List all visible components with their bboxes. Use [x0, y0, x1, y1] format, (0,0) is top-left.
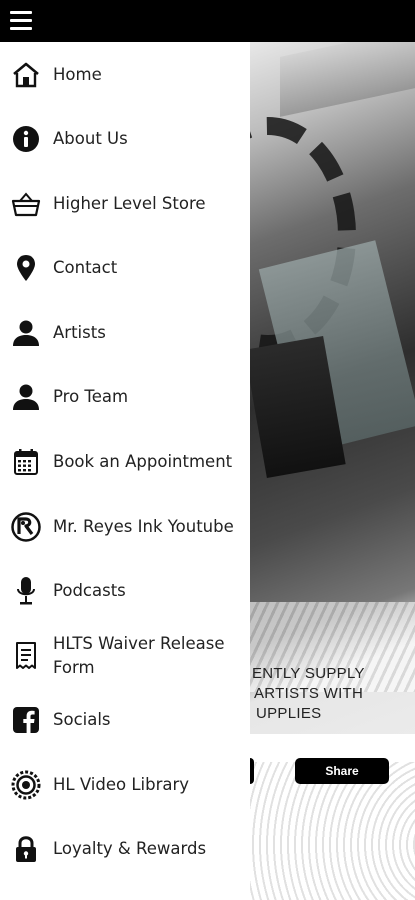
drawer-item-about-us[interactable]: About Us [0, 107, 250, 171]
drawer-item-label: Contact [53, 258, 118, 277]
drawer-item-loyalty-rewards[interactable]: Loyalty & Rewards [0, 817, 250, 881]
drawer-item-label: Artists [53, 323, 106, 342]
drawer-item-socials[interactable]: Socials [0, 688, 250, 752]
promo-text: ENTLY SUPPLY ARTISTS WITH UPPLIES [252, 665, 365, 722]
facebook-icon [10, 704, 42, 736]
lock-icon [10, 833, 42, 865]
partial-button[interactable] [250, 758, 254, 784]
drawer-item-book-appointment[interactable]: Book an Appointment [0, 430, 250, 494]
drawer-item-contact[interactable]: Contact [0, 236, 250, 300]
drawer-item-label: HLTS Waiver Release Form [53, 634, 225, 677]
basket-icon [10, 188, 42, 220]
drawer-item-label: Mr. Reyes Ink Youtube [53, 517, 234, 536]
navigation-drawer: Home About Us Higher Level Store Contact… [0, 42, 250, 900]
microphone-icon [10, 575, 42, 607]
drawer-item-artists[interactable]: Artists [0, 301, 250, 365]
drawer-item-label: Socials [53, 710, 111, 729]
map-pin-icon [10, 252, 42, 284]
top-app-bar [0, 0, 415, 42]
home-icon [10, 59, 42, 91]
drawer-item-label: Home [53, 65, 102, 84]
form-icon [10, 640, 42, 672]
drawer-item-label: Book an Appointment [53, 452, 233, 471]
drawer-item-label: About Us [53, 129, 128, 148]
drawer-item-pro-team[interactable]: Pro Team [0, 365, 250, 429]
calendar-icon [10, 446, 42, 478]
drawer-item-label: Higher Level Store [53, 194, 206, 213]
drawer-item-podcasts[interactable]: Podcasts [0, 559, 250, 623]
drawer-item-home[interactable]: Home [0, 43, 250, 107]
drawer-item-label: HL Video Library [53, 775, 190, 794]
emblem-icon [10, 769, 42, 801]
person-icon [10, 381, 42, 413]
drawer-item-video-library[interactable]: HL Video Library [0, 753, 250, 817]
drawer-item-youtube[interactable]: Mr. Reyes Ink Youtube [0, 495, 250, 559]
hamburger-menu-icon[interactable] [10, 11, 32, 31]
drawer-item-label: Loyalty & Rewards [53, 839, 207, 858]
person-icon [10, 317, 42, 349]
drawer-item-higher-level-store[interactable]: Higher Level Store [0, 172, 250, 236]
drawer-item-label: Podcasts [53, 581, 126, 600]
info-icon [10, 123, 42, 155]
share-button[interactable]: Share [295, 758, 389, 784]
drawer-item-label: Pro Team [53, 387, 129, 406]
background-content: ENTLY SUPPLY ARTISTS WITH UPPLIES Share [250, 42, 415, 900]
reyes-logo-icon [10, 511, 42, 543]
drawer-item-waiver-form[interactable]: HLTS Waiver Release Form [0, 624, 250, 688]
